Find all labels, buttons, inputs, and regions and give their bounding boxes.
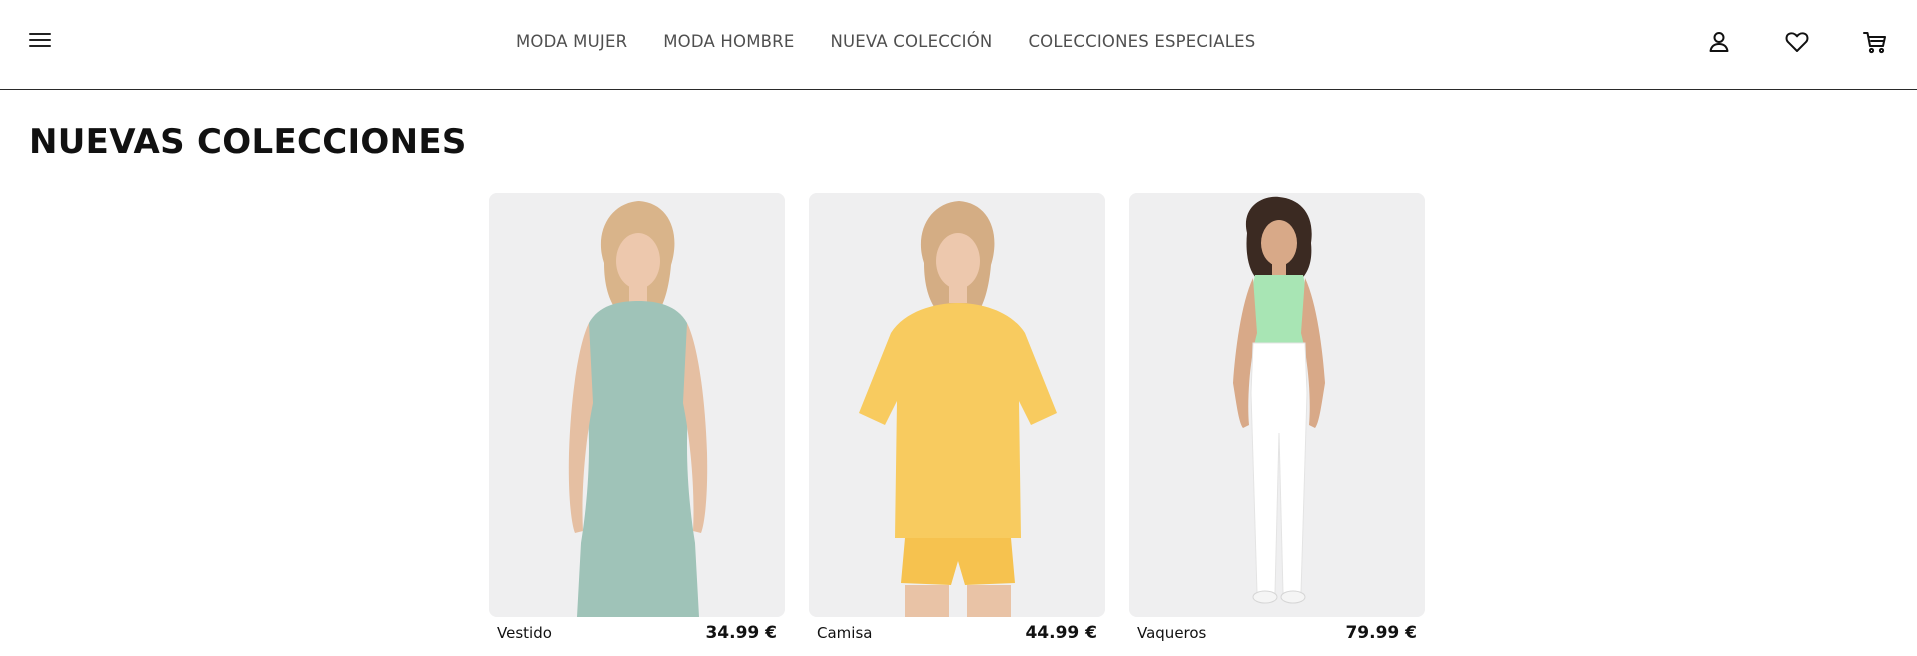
nav-item-moda-mujer[interactable]: MODA MUJER — [516, 30, 627, 54]
product-price: 79.99 € — [1345, 623, 1417, 643]
cart-icon[interactable] — [1861, 28, 1889, 56]
product-image[interactable] — [809, 193, 1105, 617]
user-icon[interactable] — [1705, 28, 1733, 56]
site-header: MODA MUJER MODA HOMBRE NUEVA COLECCIÓN C… — [0, 0, 1917, 90]
product-price: 44.99 € — [1025, 623, 1097, 643]
product-card[interactable]: Vaqueros 79.99 € — [1129, 193, 1425, 645]
product-meta: Vaqueros 79.99 € — [1129, 621, 1425, 645]
product-meta: Vestido 34.99 € — [489, 621, 785, 645]
nav-item-moda-hombre[interactable]: MODA HOMBRE — [663, 30, 794, 54]
main-nav: MODA MUJER MODA HOMBRE NUEVA COLECCIÓN C… — [516, 30, 1255, 54]
product-card[interactable]: Vestido 34.99 € — [489, 193, 785, 645]
nav-item-nueva-coleccion[interactable]: NUEVA COLECCIÓN — [830, 30, 992, 54]
header-actions — [1705, 28, 1889, 56]
product-image[interactable] — [1129, 193, 1425, 617]
nav-item-colecciones-especiales[interactable]: COLECCIONES ESPECIALES — [1028, 30, 1255, 54]
product-name[interactable]: Vestido — [497, 624, 552, 642]
product-name[interactable]: Vaqueros — [1137, 624, 1206, 642]
section-title: NUEVAS COLECCIONES — [29, 122, 467, 162]
product-card[interactable]: Camisa 44.99 € — [809, 193, 1105, 645]
product-grid: Vestido 34.99 € Camisa 44.99 € Vaqueros … — [489, 193, 1425, 645]
product-meta: Camisa 44.99 € — [809, 621, 1105, 645]
product-image[interactable] — [489, 193, 785, 617]
heart-icon[interactable] — [1783, 28, 1811, 56]
menu-icon[interactable] — [29, 31, 51, 49]
product-price: 34.99 € — [705, 623, 777, 643]
product-name[interactable]: Camisa — [817, 624, 872, 642]
